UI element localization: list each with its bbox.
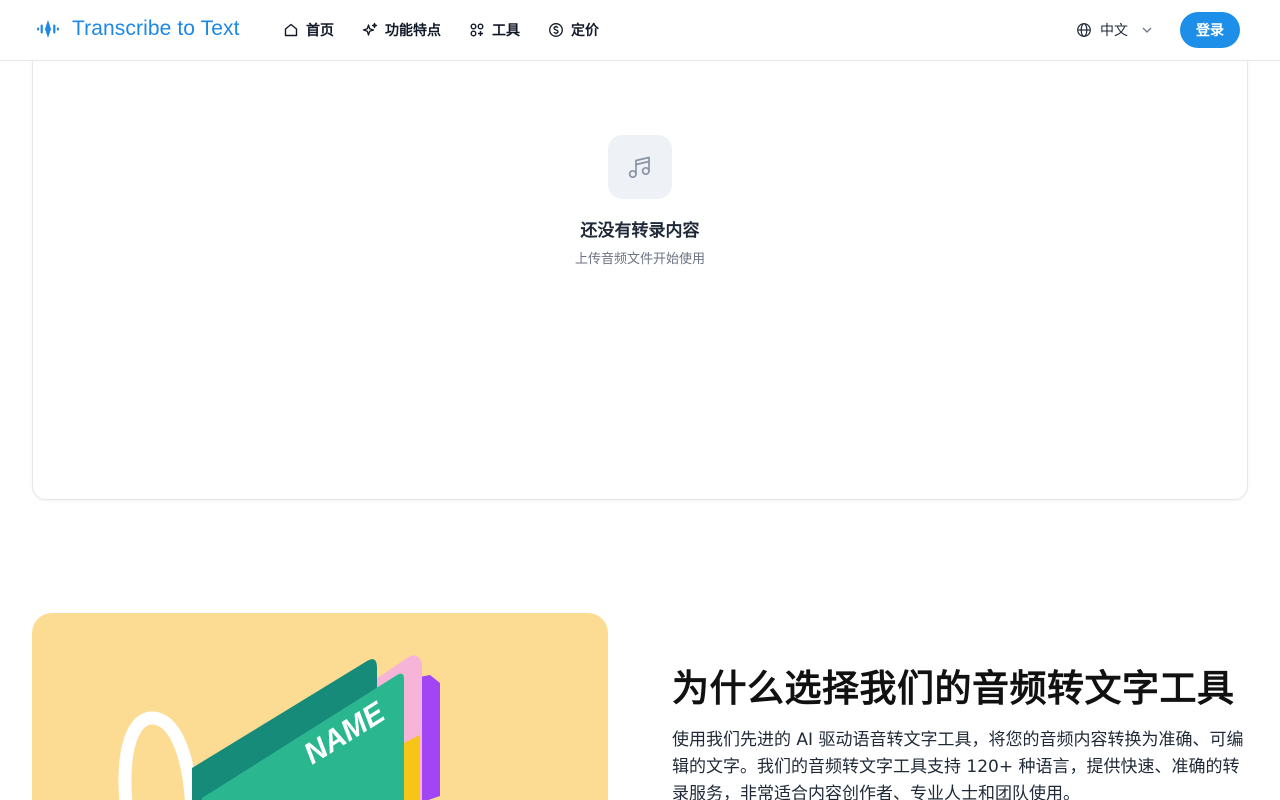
why-section-title: 为什么选择我们的音频转文字工具 <box>672 667 1235 710</box>
nav-item-home[interactable]: 首页 <box>283 19 334 41</box>
logo-text: Transcribe to Text <box>72 17 240 40</box>
chevron-down-icon <box>1142 27 1152 33</box>
folder-illustration-icon: NAME <box>118 655 440 800</box>
home-icon <box>284 23 298 37</box>
login-button[interactable]: 登录 <box>1180 12 1240 48</box>
tools-icon <box>470 23 484 37</box>
why-section-body: 使用我们先进的 AI 驱动语音转文字工具，将您的音频内容转换为准确、可编辑的文字… <box>672 730 1244 800</box>
nav-item-label: 首页 <box>306 23 334 39</box>
logo[interactable]: Transcribe to Text <box>36 17 240 41</box>
feature-illustration: NAME <box>32 613 608 800</box>
empty-state-subtitle: 上传音频文件开始使用 <box>574 252 705 267</box>
main-nav: 首页 功能特点 工具 定价 <box>283 19 627 41</box>
language-selector[interactable]: 中文 <box>1076 19 1154 41</box>
transcript-panel <box>32 40 1248 500</box>
globe-icon <box>1077 23 1091 37</box>
top-header: Transcribe to Text 首页 功能特点 工具 定价 中文 登录 <box>0 0 1280 61</box>
music-note-icon <box>628 156 650 179</box>
sparkles-icon <box>362 22 378 36</box>
empty-state-icon-box <box>608 135 672 199</box>
nav-item-pricing[interactable]: 定价 <box>548 19 599 41</box>
nav-item-label: 工具 <box>492 23 520 39</box>
dollar-circle-icon <box>549 23 563 37</box>
language-label: 中文 <box>1100 23 1128 39</box>
nav-item-tools[interactable]: 工具 <box>469 19 520 41</box>
empty-state-title: 还没有转录内容 <box>580 221 700 241</box>
sound-wave-logo-icon <box>37 20 59 38</box>
nav-item-label: 功能特点 <box>385 23 441 39</box>
nav-item-features[interactable]: 功能特点 <box>362 19 441 41</box>
nav-item-label: 定价 <box>571 23 599 39</box>
